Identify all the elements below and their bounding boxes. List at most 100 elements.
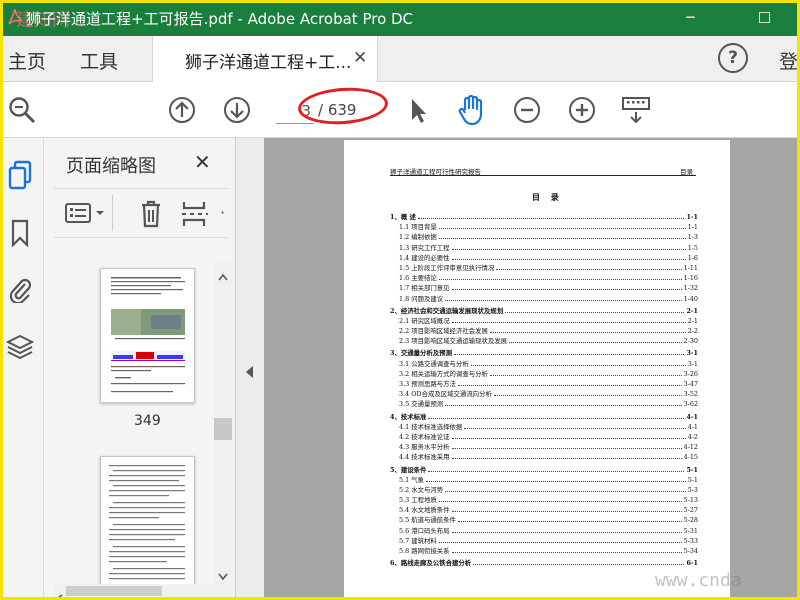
toc-entry[interactable]: 4、技术标准 4-1 [390,412,698,422]
zoom-search-icon[interactable] [6,94,38,126]
crop-pages-icon[interactable] [180,199,208,233]
toc-entry[interactable]: 3.4 OD合成及区域交通流向分析 3-52 [390,389,698,399]
toc-entry-page: 5-3 [687,485,698,494]
layers-icon[interactable] [6,332,34,362]
toc-entry[interactable]: 1.7 相关部门意见 1-32 [390,283,698,293]
page-down-icon[interactable] [221,94,253,126]
toc-entry[interactable]: 1.2 编制依据 1-3 [390,232,698,242]
toc-entry-text: 1.6 主要结论 [399,274,437,283]
keyboard-icon[interactable] [620,94,652,126]
toc-entry[interactable]: 1.1 项目背景 1-1 [390,222,698,232]
tab-bar: 主页 工具 狮子洋通道工程+工... ✕ ? 登 [0,36,800,82]
tab-home[interactable]: 主页 [8,47,46,74]
toc-entry[interactable]: 1、概 述 1-1 [390,212,698,222]
zoom-in-icon[interactable] [566,94,598,126]
toc-entry[interactable]: 1.4 建设的必要性 1-6 [390,253,698,263]
toolbar: / 639 [0,82,800,138]
toc-entry-page: 5-1 [686,465,698,474]
maximize-icon: ☐ [757,9,772,27]
maximize-button[interactable]: ☐ [742,0,787,36]
toc-entry[interactable]: 3.1 公路交通调查与分析 3-1 [390,359,698,369]
toc-leader-dots [428,417,685,419]
toc-leader-dots [464,427,686,429]
toc-entry[interactable]: 3.3 预测思路与方法 3-47 [390,379,698,389]
toc-entry-page: 4-1 [687,422,698,431]
toc-leader-dots [438,238,686,240]
delete-icon[interactable] [138,199,164,233]
toc-entry[interactable]: 5.1 气象 5-1 [390,475,698,485]
toc-entry[interactable]: 5、建设条件 5-1 [390,465,698,475]
toc-entry[interactable]: 2.3 项目影响区域交通运输现状及发展 2-30 [390,336,698,346]
tab-document[interactable]: 狮子洋通道工程+工... ✕ [152,36,378,82]
bookmarks-icon[interactable] [6,218,34,248]
scroll-down-icon[interactable] [218,566,228,585]
options-menu-icon[interactable] [64,201,108,231]
help-icon[interactable]: ? [718,43,748,73]
pdf-page: 狮子洋通道工程可行性研究报告 目录 目 录 1、概 述 1-1 1.1 项目背景 1-… [344,140,730,600]
toc-entry[interactable]: 5.6 港口码头布局 5-31 [390,526,698,536]
toc-title: 目 录 [532,192,563,202]
login-button[interactable]: 登 [779,47,798,74]
page-thumbnail-350[interactable] [100,456,195,591]
panel-close-icon[interactable]: ✕ [194,150,211,174]
toc-entry-page: 1-40 [683,294,698,303]
toc-entry[interactable]: 1.5 上阶段工作评审意见执行情况 1-11 [390,263,698,273]
toc-entry-page: 5-28 [683,516,698,525]
close-tab-icon[interactable]: ✕ [353,48,367,68]
toc-leader-dots [438,279,682,281]
toc-entry[interactable]: 3.5 交通量预测 3-62 [390,399,698,409]
toc-leader-dots [438,501,682,503]
zoom-out-icon[interactable] [511,94,543,126]
page-up-icon[interactable] [166,94,198,126]
toc-entry-text: 3、交通量分析及预测 [390,349,452,358]
toc-entry[interactable]: 5.7 建筑材料 5-33 [390,536,698,546]
panel-scrollbar[interactable] [214,262,232,598]
hand-tool-icon[interactable] [456,94,488,126]
scrollbar-thumb[interactable] [214,418,232,440]
toc-entry[interactable]: 6、路线走廊及公铁合建分析 6-1 [390,558,698,568]
toc-entry[interactable]: 5.3 工程地质 5-13 [390,495,698,505]
toc-entry[interactable]: 5.4 水文地质条件 5-27 [390,505,698,515]
toc-entry-page: 1-1 [687,223,698,232]
toc-entry[interactable]: 4.3 服务水平分析 4-12 [390,442,698,452]
document-viewport[interactable]: 狮子洋通道工程可行性研究报告 目录 目 录 1、概 述 1-1 1.1 项目背景 1-… [236,138,800,600]
collapse-arrow-icon[interactable] [246,366,254,378]
toc-entry[interactable]: 1.6 主要结论 1-16 [390,273,698,283]
toc-entry-page: 3-47 [683,380,698,388]
toc-leader-dots [417,218,685,219]
toc-entry[interactable]: 4.1 技术标准选择依据 4-1 [390,422,698,432]
scroll-left-icon[interactable] [56,587,64,600]
toc-entry[interactable]: 4.4 技术标准采用 4-15 [390,452,698,462]
toc-entry[interactable]: 3、交通量分析及预测 3-1 [390,348,698,358]
toc-entry[interactable]: 1.3 研究工作工程 1-5 [390,243,698,253]
toc-leader-dots [451,248,686,250]
horizontal-scrollbar[interactable] [54,584,214,600]
toc-entry-page: 5-33 [683,536,698,545]
toc-entry[interactable]: 4.2 技术标准论证 4-2 [390,432,698,442]
select-cursor-icon[interactable] [402,94,434,126]
toc-entry[interactable]: 5.8 路网衔接关系 5-34 [390,546,698,556]
minimize-button[interactable]: ─ [668,0,713,36]
page-thumbnail-349[interactable] [100,268,195,403]
toc-entry[interactable]: 2、经济社会和交通运输发展现状及规划 2-1 [390,306,698,316]
attachments-icon[interactable] [6,274,34,304]
toc-entry[interactable]: 5.5 航道与通航条件 5-28 [390,515,698,525]
toc-entry[interactable]: 1.8 问题及建议 1-40 [390,294,698,304]
toc-entry-text: 2.1 研究区域概况 [399,316,450,325]
horizontal-scrollbar-thumb[interactable] [66,586,162,596]
toc-entry-page: 2-30 [683,337,698,346]
toc-entry[interactable]: 2.2 项目影响区域经济社会发展 2-2 [390,326,698,336]
panel-title: 页面缩略图 [66,156,156,177]
tab-tools[interactable]: 工具 [80,47,118,74]
panel-collapse-strip[interactable] [236,138,264,600]
toc-entry-page: 5-13 [683,496,698,505]
toc-entry[interactable]: 5.2 水文与河势 5-3 [390,485,698,495]
scroll-up-icon[interactable] [218,266,228,285]
toc-leader-dots [445,299,682,301]
toc-entry[interactable]: 3.2 相关运输方式的调查与分析 3-26 [390,369,698,379]
more-tools-icon[interactable]: · [220,203,225,222]
page-thumbnails-icon[interactable] [6,160,34,190]
toc-entry-text: 2.2 项目影响区域经济社会发展 [399,327,488,336]
toc-entry[interactable]: 2.1 研究区域概况 2-1 [390,316,698,326]
toc-leader-dots [451,531,682,533]
